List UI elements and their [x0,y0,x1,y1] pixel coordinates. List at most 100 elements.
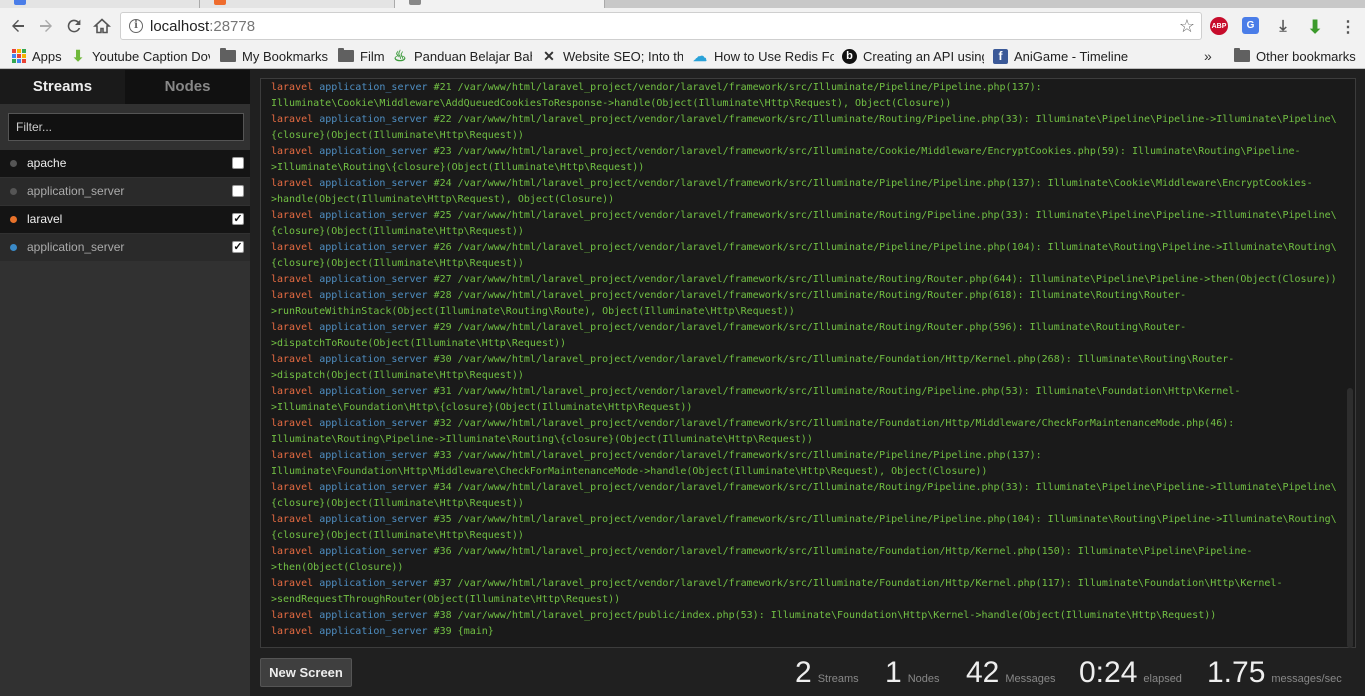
bookmark-item[interactable]: ♨ Panduan Belajar Bah [392,46,532,66]
stat-unit: Messages [1005,673,1056,685]
log-line: >dispatchToRoute(Object(Illuminate\Http\… [271,336,1341,352]
log-message: >Illuminate\Foundation\Http\{closure}(Ob… [271,402,693,413]
stat-nodes: 1 Nodes [885,656,939,690]
log-message: #31 /var/www/html/laravel_project/vendor… [433,386,1241,397]
stream-item-application_server[interactable]: application_server [0,178,250,205]
log-stream-name: application_server [319,546,428,557]
log-message: #34 /var/www/html/laravel_project/vendor… [433,482,1337,493]
log-line: Illuminate\Routing\Pipeline->Illuminate\… [271,432,1341,448]
log-app-name: laravel [271,386,314,397]
stream-label: application_server [27,184,125,198]
log-stream-name: application_server [319,178,428,189]
log-message: #24 /var/www/html/laravel_project/vendor… [433,178,1313,189]
browser-tab[interactable] [395,0,605,8]
address-bar[interactable]: i localhost:28778 ☆ [120,12,1202,40]
log-message: #38 /var/www/html/laravel_project/public… [433,610,1217,621]
bookmark-item[interactable]: Apps [12,46,67,66]
bookmark-star-icon[interactable]: ☆ [1179,16,1195,37]
cloud-icon: ☁ [693,47,707,64]
browser-tab-strip [0,0,1365,8]
stat-value: 2 [795,656,812,689]
log-line: {closure}(Object(Illuminate\Http\Request… [271,496,1341,512]
bookmark-item[interactable]: ✕ Website SEO; Into the [541,46,683,66]
log-message: #27 /var/www/html/laravel_project/vendor… [433,274,1337,285]
adblock-icon[interactable]: ABP [1210,17,1228,35]
more-bookmarks-chevron-icon[interactable]: » [1204,48,1212,64]
log-stream-name: application_server [319,610,428,621]
stream-checkbox[interactable] [232,157,244,169]
log-line: laravel application_server #35 /var/www/… [271,512,1341,528]
log-message: #23 /var/www/html/laravel_project/vendor… [433,146,1301,157]
bookmark-item[interactable]: ⬇ Youtube Caption Dov [70,46,210,66]
log-line: laravel application_server #38 /var/www/… [271,608,1341,624]
log-line: laravel application_server #27 /var/www/… [271,272,1341,288]
log-line: laravel application_server #24 /var/www/… [271,176,1341,192]
tab-streams[interactable]: Streams [0,70,125,104]
log-message: #32 /var/www/html/laravel_project/vendor… [433,418,1235,429]
log-app-name: laravel [271,578,314,589]
filter-input[interactable] [8,113,244,141]
log-line: laravel application_server #25 /var/www/… [271,208,1341,224]
bookmark-item[interactable]: My Bookmarks [220,46,330,66]
stat-unit: Nodes [907,673,940,685]
log-message: {closure}(Object(Illuminate\Http\Request… [271,530,524,541]
downloader-extension-icon[interactable]: ⬇ [1305,17,1325,37]
menu-icon[interactable]: ⋮ [1340,17,1356,37]
log-screen[interactable]: laravel application_server #21 /var/www/… [260,78,1356,648]
stat-unit: messages/sec [1271,673,1342,685]
log-line: laravel application_server #29 /var/www/… [271,320,1341,336]
log-app-name: laravel [271,178,314,189]
log-stream-name: application_server [319,242,428,253]
tab-nodes[interactable]: Nodes [125,70,250,104]
log-line: laravel application_server #36 /var/www/… [271,544,1341,560]
log-message: #22 /var/www/html/laravel_project/vendor… [433,114,1337,125]
back-button[interactable] [6,14,30,38]
log-app-name: laravel [271,322,314,333]
log-line: >runRouteWithinStack(Object(Illuminate\R… [271,304,1341,320]
home-button[interactable] [90,14,114,38]
log-app-name: laravel [271,146,314,157]
stream-checkbox[interactable]: ✓ [232,241,244,253]
log-stream-name: application_server [319,626,428,637]
log-stream-name: application_server [319,418,428,429]
log-stream-name: application_server [319,322,428,333]
url-text: localhost:28778 [150,18,256,35]
bookmark-item[interactable]: ☁ How to Use Redis For [692,46,834,66]
log-stream-name: application_server [319,450,428,461]
log-message: #39 {main} [433,626,494,637]
log-message: >dispatchToRoute(Object(Illuminate\Http\… [271,338,567,349]
log-scrollbar[interactable] [1347,388,1353,648]
log-message: Illuminate\Cookie\Middleware\AddQueuedCo… [271,98,952,109]
bookmark-item[interactable]: b Creating an API using [842,46,984,66]
log-message: #35 /var/www/html/laravel_project/vendor… [433,514,1337,525]
info-icon[interactable]: i [129,19,143,33]
log-message: Illuminate\Routing\Pipeline->Illuminate\… [271,434,813,445]
log-line: >Illuminate\Foundation\Http\{closure}(Ob… [271,400,1341,416]
download-icon[interactable]: ⤓ [1273,17,1293,37]
stat-value: 0:24 [1079,656,1138,689]
stream-checkbox[interactable]: ✓ [232,213,244,225]
stream-checkbox[interactable] [232,185,244,197]
stream-item-laravel[interactable]: laravel ✓ [0,206,250,233]
stream-item-apache[interactable]: apache [0,150,250,177]
bookmark-item[interactable]: Film [338,46,388,66]
tab-favicon-icon [214,0,226,5]
log-app-name: laravel [271,82,314,93]
stream-color-dot [10,188,17,195]
browser-tab[interactable] [0,0,200,8]
bookmark-item[interactable]: Other bookmarks [1234,46,1356,66]
folder-icon [338,48,354,62]
stream-label: apache [27,156,67,170]
log-line: laravel application_server #30 /var/www/… [271,352,1341,368]
stream-item-application_server[interactable]: application_server ✓ [0,234,250,261]
flame-icon: ♨ [393,48,407,65]
log-message: >sendRequestThroughRouter(Object(Illumin… [271,594,621,605]
bookmark-item[interactable]: f AniGame - Timeline [993,46,1133,66]
log-stream-name: application_server [319,354,428,365]
reload-button[interactable] [62,14,86,38]
log-app-name: laravel [271,546,314,557]
browser-tab[interactable] [200,0,395,8]
new-screen-button[interactable]: New Screen [260,658,352,687]
forward-button[interactable] [34,14,58,38]
google-translate-icon[interactable]: G [1242,17,1259,34]
